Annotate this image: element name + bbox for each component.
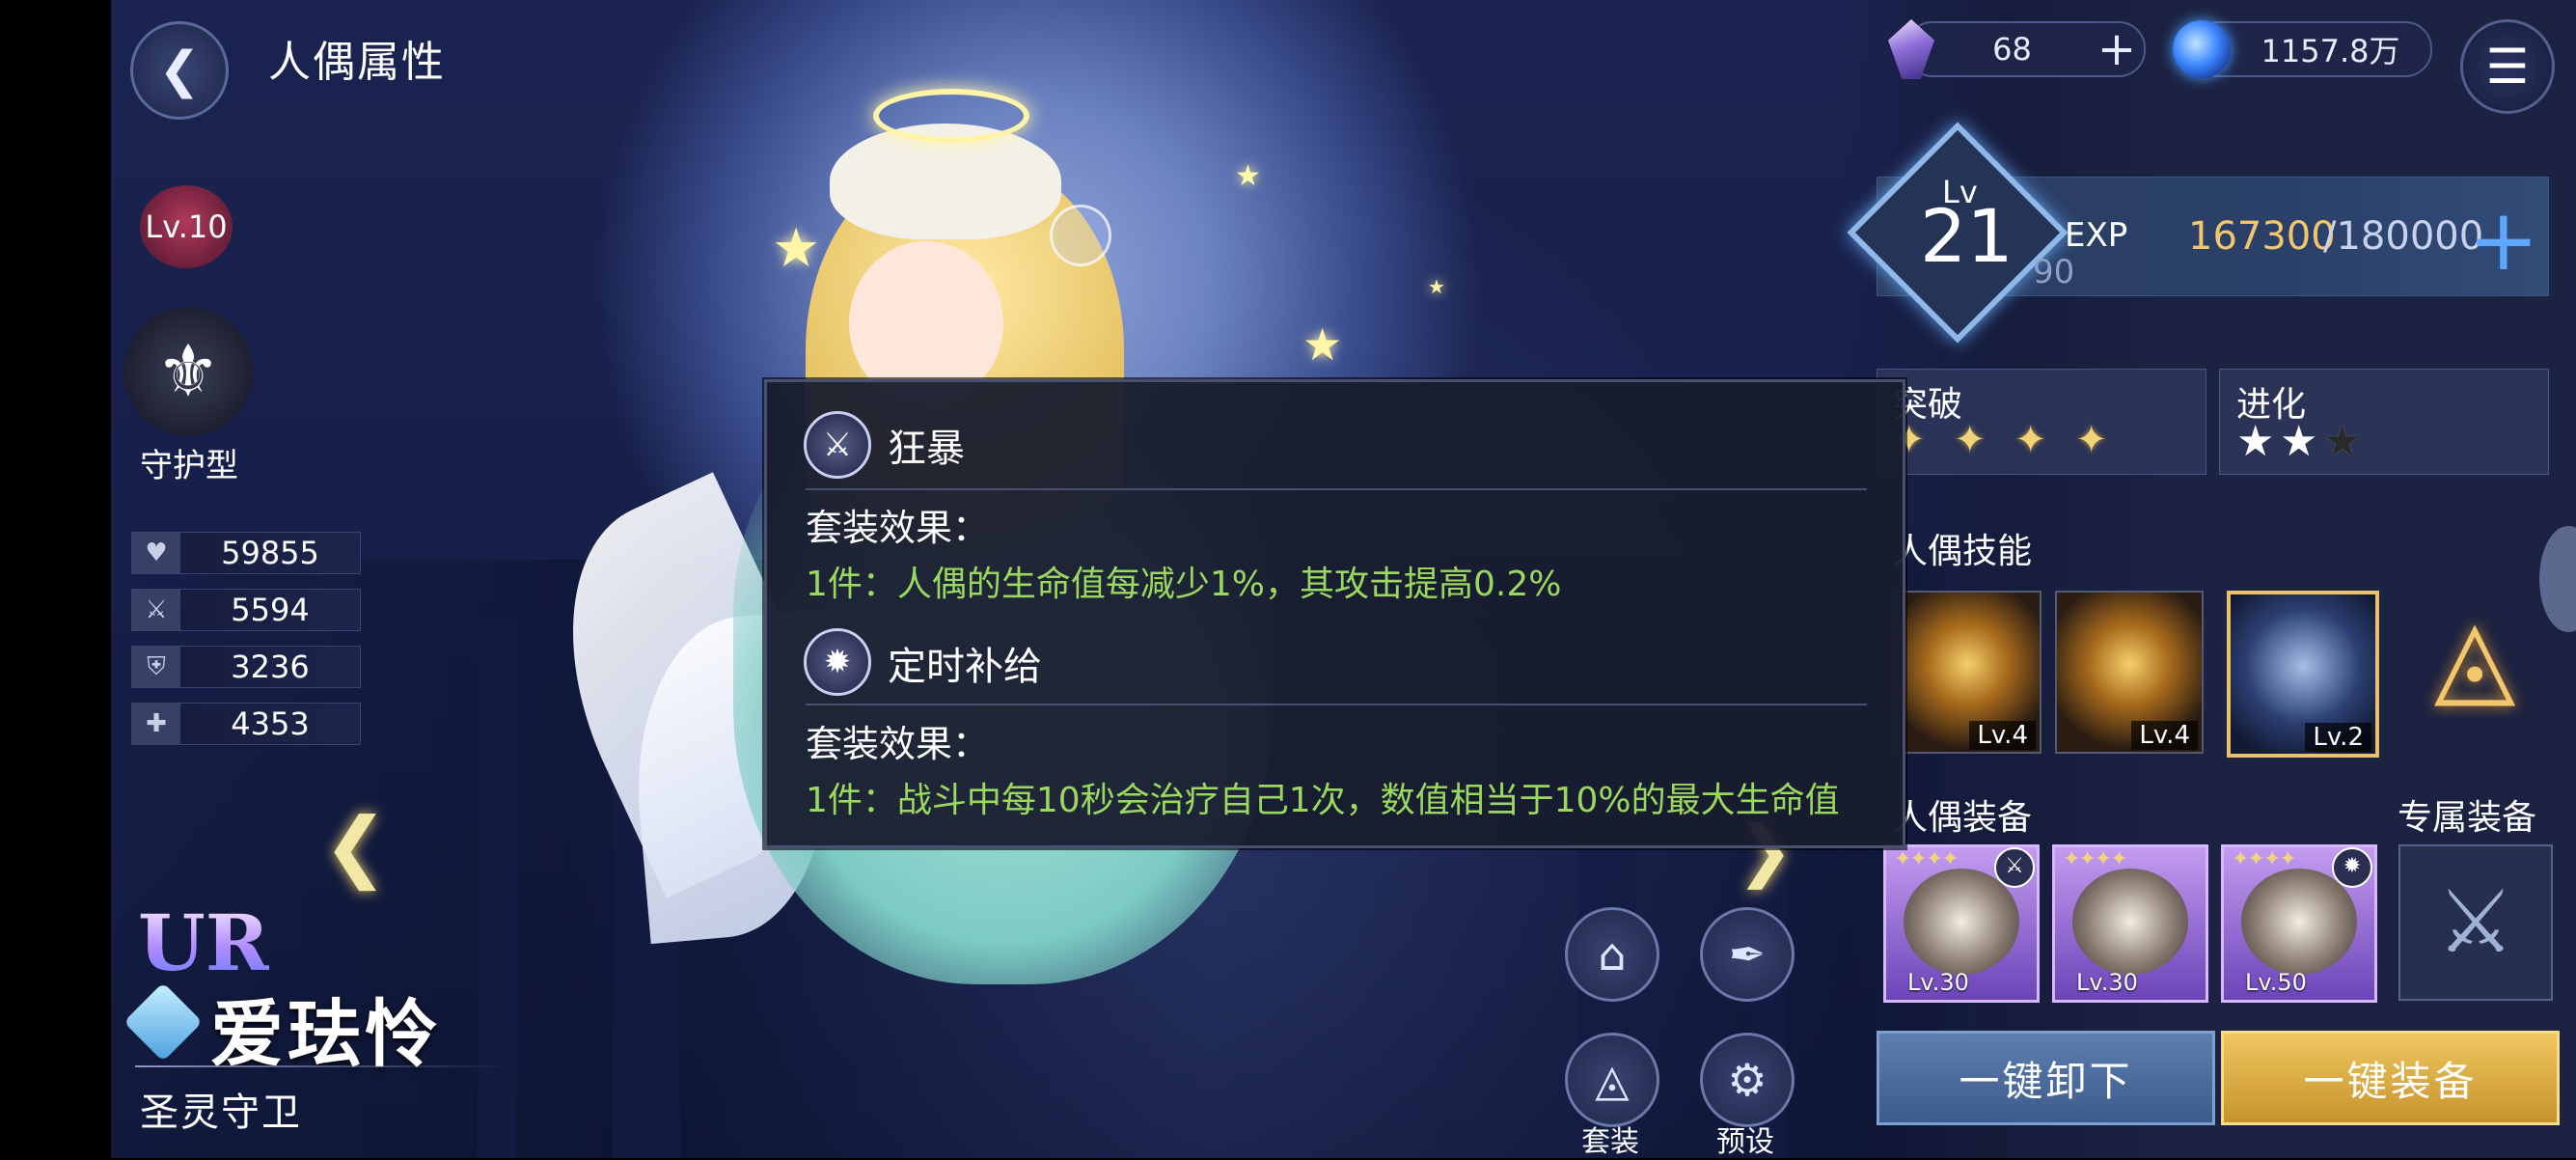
- equip-level: Lv.30: [1907, 969, 1969, 996]
- star-set-icon: ✹: [804, 628, 871, 696]
- stat-resistance: ✚ 4353: [131, 703, 361, 745]
- sword-icon: ⚔: [132, 590, 180, 630]
- hammer-icon: [1904, 869, 2019, 975]
- exp-label: EXP: [2065, 216, 2128, 255]
- evolution-star-icon: ★: [2280, 417, 2318, 466]
- armor-icon: [2072, 869, 2188, 975]
- stat-attack-value: 5594: [231, 592, 310, 628]
- equipment-slot-3[interactable]: ✦✦✦✦ ✹ Lv.50: [2221, 844, 2377, 1003]
- set-heading-1: 套装效果：: [806, 507, 990, 549]
- star-set-badge-icon: ✹: [2332, 847, 2372, 888]
- heart-icon: ♥: [132, 533, 180, 573]
- skill-level: Lv.4: [1969, 721, 2036, 750]
- equip-rank-stars: ✦✦✦✦: [2232, 847, 2297, 871]
- skill-slot-3[interactable]: Lv.2: [2227, 591, 2379, 758]
- add-gem-plus-icon[interactable]: +: [2090, 22, 2144, 76]
- back-arrow-icon: ❮: [158, 41, 201, 99]
- stat-defense: ⛨ 3236: [131, 646, 361, 688]
- unequip-all-button[interactable]: 一键卸下: [1877, 1031, 2215, 1125]
- set-button[interactable]: ◬: [1565, 1033, 1659, 1127]
- stat-resistance-value: 4353: [231, 705, 310, 742]
- set-name-2: 定时补给: [888, 645, 1042, 689]
- evolution-star-empty-icon: ★: [2323, 417, 2362, 466]
- stat-defense-value: 3236: [231, 649, 310, 685]
- class-label: 守护型: [140, 447, 238, 485]
- add-exp-plus-icon[interactable]: +: [2468, 198, 2539, 283]
- hanger-icon: ⌂: [1598, 928, 1627, 980]
- breakthrough-wing-icon: ✦: [1954, 418, 1987, 462]
- shield-cross-icon: ✚: [132, 704, 180, 744]
- breakthrough-wing-icon: ✦: [2014, 418, 2047, 462]
- shield-icon: ⛨: [132, 647, 180, 687]
- tooltip-divider: [806, 704, 1867, 705]
- skill-slot-2[interactable]: Lv.4: [2055, 591, 2204, 754]
- tooltip-divider: [806, 488, 1867, 490]
- halo-icon: [873, 89, 1029, 143]
- prev-character-arrow-icon[interactable]: ❮: [323, 801, 388, 891]
- ring-icon: [2241, 869, 2357, 975]
- affection-level[interactable]: Lv.10: [140, 185, 233, 268]
- triangle-set-icon: ◬: [1595, 1054, 1630, 1106]
- gem-counter: 68 +: [1888, 19, 2146, 79]
- guardian-wing-icon[interactable]: ⚜: [123, 307, 253, 436]
- name-divider: [135, 1065, 511, 1067]
- menu-button[interactable]: ☰: [2460, 19, 2555, 114]
- equip-all-button[interactable]: 一键装备: [2221, 1031, 2560, 1125]
- star-icon: ★: [1235, 159, 1261, 193]
- stat-hp-value: 59855: [221, 535, 319, 571]
- bubble-orb: [1050, 205, 1111, 266]
- equip-level: Lv.50: [2245, 969, 2307, 996]
- passive-skill-gear-icon[interactable]: ◬: [2412, 603, 2537, 729]
- hamburger-icon: ☰: [2485, 39, 2530, 95]
- outfit-button[interactable]: ⌂: [1565, 907, 1659, 1002]
- level-value: 21: [1920, 193, 2014, 279]
- edit-button[interactable]: ✒: [1700, 907, 1795, 1002]
- skill-slot-1[interactable]: Lv.4: [1893, 591, 2042, 754]
- exp-current: 167300: [2188, 214, 2336, 259]
- evolution-star-icon: ★: [2236, 417, 2275, 466]
- equip-level: Lv.30: [2076, 969, 2138, 996]
- pen-icon: ✒: [1728, 928, 1767, 980]
- skill-level: Lv.4: [2131, 721, 2198, 750]
- preset-label: 预设: [1716, 1125, 1774, 1159]
- back-button[interactable]: ❮: [130, 21, 229, 120]
- equipment-title: 人偶装备: [1893, 798, 2033, 838]
- equip-rank-stars: ✦✦✦✦: [1894, 847, 1959, 871]
- set-effect-1: 1件：人偶的生命值每减少1%，其攻击提高0.2%: [806, 565, 1562, 604]
- blue-coin-icon: [2173, 20, 2231, 78]
- skill-level: Lv.2: [2305, 723, 2371, 752]
- page-title: 人偶属性: [268, 38, 446, 87]
- character-title: 圣灵守卫: [140, 1091, 302, 1135]
- gold-counter: 1157.8万: [2173, 20, 2432, 78]
- stat-hp: ♥ 59855: [131, 532, 361, 574]
- gem-amount: 68: [1992, 31, 2032, 68]
- star-icon: ★: [1428, 275, 1445, 298]
- star-icon: ★: [1302, 318, 1343, 371]
- preset-button[interactable]: ⚙: [1700, 1033, 1795, 1127]
- gold-amount: 1157.8万: [2261, 33, 2400, 69]
- set-name-1: 狂暴: [888, 427, 965, 471]
- exp-sub-value: 90: [2033, 253, 2075, 291]
- exclusive-equipment-title: 专属装备: [2398, 798, 2537, 838]
- set-label: 套装: [1581, 1125, 1639, 1159]
- affection-level-label: Lv.10: [145, 208, 228, 245]
- skills-title: 人偶技能: [1893, 532, 2033, 571]
- sword-set-icon: ⚔: [804, 411, 871, 479]
- equip-rank-stars: ✦✦✦✦: [2063, 847, 2128, 871]
- sword-set-badge-icon: ⚔: [1994, 847, 2035, 888]
- preset-icon: ⚙: [1727, 1054, 1768, 1106]
- breakthrough-wing-icon: ✦: [2075, 418, 2108, 462]
- set-effect-2: 1件：战斗中每10秒会治疗自己1次，数值相当于10%的最大生命值: [806, 781, 1840, 820]
- castle-spire: [478, 618, 516, 1158]
- equipment-slot-2[interactable]: ✦✦✦✦ Lv.30: [2052, 844, 2208, 1003]
- equipment-slot-1[interactable]: ✦✦✦✦ ⚔ Lv.30: [1883, 844, 2040, 1003]
- star-icon: ★: [772, 217, 821, 280]
- set-heading-2: 套装效果：: [806, 723, 990, 765]
- stat-attack: ⚔ 5594: [131, 589, 361, 631]
- set-effect-tooltip: ⚔ 狂暴 套装效果： 1件：人偶的生命值每减少1%，其攻击提高0.2% ✹ 定时…: [764, 379, 1905, 848]
- exp-max: /180000: [2323, 214, 2484, 259]
- exclusive-slot-crossed-swords-icon[interactable]: ⚔: [2398, 844, 2553, 1001]
